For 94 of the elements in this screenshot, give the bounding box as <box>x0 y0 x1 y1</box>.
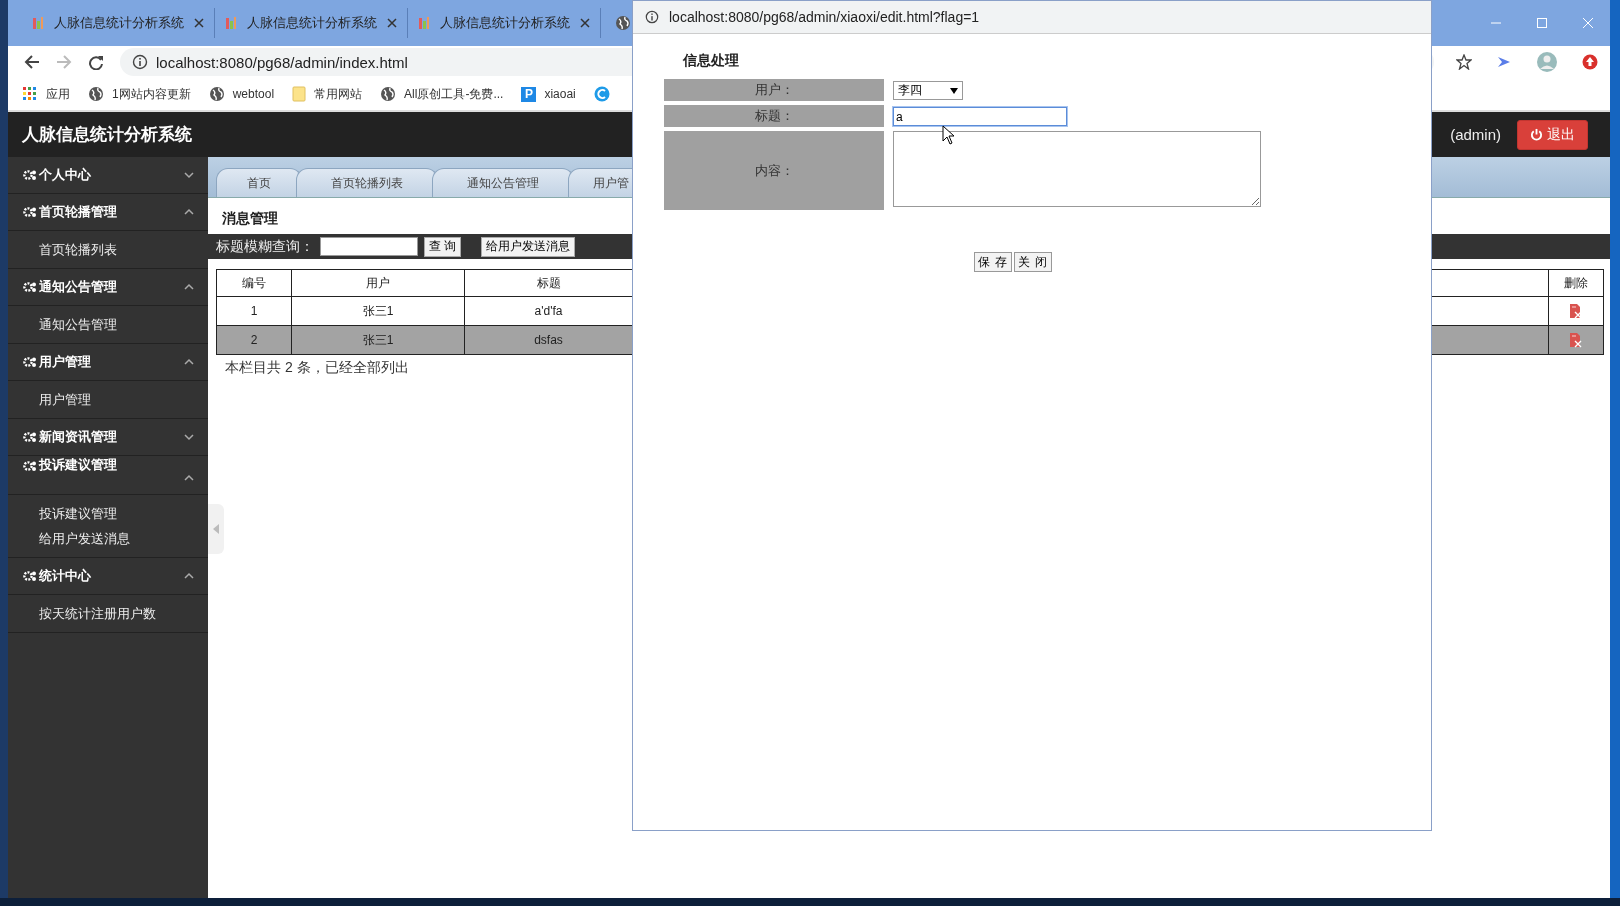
upload-icon[interactable] <box>1582 54 1598 70</box>
user-name: (admin) <box>1450 126 1501 143</box>
gears-icon <box>23 460 37 472</box>
search-button[interactable]: 查 询 <box>424 236 462 257</box>
bookmark[interactable]: 1网站内容更新 <box>88 85 191 103</box>
app-favicon-icon <box>32 16 44 30</box>
chevron-icon <box>184 572 194 580</box>
gears-icon <box>23 356 37 368</box>
title-field[interactable]: a <box>893 107 1067 126</box>
bookmark-icon: P <box>521 86 537 102</box>
menu-item[interactable]: 通知公告管理 <box>8 312 117 337</box>
search-label: 标题模糊查询： <box>216 237 314 256</box>
table-cell: 1 <box>216 296 292 326</box>
menu-item[interactable]: 首页轮播列表 <box>8 237 117 262</box>
field-label: 内容： <box>664 131 884 210</box>
chevron-icon <box>184 433 194 441</box>
reload-icon[interactable] <box>88 54 104 70</box>
bookmark[interactable]: 应用 <box>22 85 70 103</box>
menu-item[interactable]: 按天统计注册用户数 <box>8 601 156 626</box>
gears-icon <box>23 206 37 218</box>
gears-icon <box>23 281 37 293</box>
menu-item[interactable]: 用户管理 <box>8 387 91 412</box>
bookmark[interactable]: webtool <box>208 86 275 102</box>
menu-group[interactable]: 首页轮播管理 <box>8 194 208 231</box>
chevron-icon <box>184 474 194 482</box>
table-cell: 张三1 <box>291 325 465 355</box>
globe-icon <box>208 86 225 102</box>
dialog-button[interactable]: 保 存 <box>973 252 1012 272</box>
close-icon[interactable] <box>580 18 590 28</box>
menu-group[interactable]: 用户管理 <box>8 344 208 381</box>
avatar-icon[interactable] <box>1536 51 1558 73</box>
column-header: 编号 <box>216 269 292 297</box>
bookmark[interactable]: P xiaoai <box>521 86 576 102</box>
gears-icon <box>23 431 37 443</box>
menu-group[interactable]: 新闻资讯管理 <box>8 419 208 456</box>
folder-icon <box>292 86 307 102</box>
cursor-icon <box>942 125 956 145</box>
chevron-icon <box>184 283 194 291</box>
field-label: 用户： <box>664 79 884 101</box>
extension-icon[interactable] <box>1496 54 1512 70</box>
close-icon[interactable] <box>194 18 204 28</box>
power-icon <box>1530 128 1543 141</box>
app-favicon-icon <box>225 16 237 30</box>
table-cell: 2 <box>216 325 292 355</box>
browser-tab[interactable]: 人脉信息统计分析系统 <box>215 8 408 38</box>
browser-tab[interactable]: 人脉信息统计分析系统 <box>22 8 215 38</box>
globe-icon[interactable] <box>615 15 631 31</box>
globe-icon <box>88 86 104 102</box>
table-cell: dsfas <box>464 325 633 355</box>
app-title: 人脉信息统计分析系统 <box>22 124 192 146</box>
record-count: 本栏目共 2 条，已经全部列出 <box>224 358 410 377</box>
caret-icon <box>212 523 220 535</box>
back-icon[interactable] <box>24 54 40 70</box>
dialog-url: localhost:8080/pg68/admin/xiaoxi/edit.html?flag=1 <box>669 9 980 25</box>
dialog-title: 信息处理 <box>682 51 740 70</box>
search-field[interactable] <box>320 237 418 256</box>
delete-icon[interactable] <box>1569 332 1583 348</box>
menu-group[interactable]: 通知公告管理 <box>8 269 208 306</box>
gears-icon <box>23 570 37 582</box>
content-field[interactable] <box>893 131 1261 207</box>
chevron-icon <box>184 171 194 179</box>
page-title: 消息管理 <box>221 209 279 228</box>
menu-item[interactable]: 给用户发送消息 <box>8 526 130 551</box>
table-cell: a'd'fa <box>464 296 633 326</box>
apps-icon <box>22 86 38 102</box>
dropdown-arrow-icon <box>950 87 958 94</box>
menu-group[interactable]: 统计中心 <box>8 558 208 595</box>
star-icon[interactable] <box>1456 54 1472 70</box>
chevron-icon <box>184 208 194 216</box>
table-cell: 张三1 <box>291 296 465 326</box>
send-message-button[interactable]: 给用户发送消息 <box>481 236 576 257</box>
close-icon[interactable] <box>387 18 397 28</box>
bookmark[interactable]: All原创工具-免费... <box>380 85 504 103</box>
info-icon <box>132 54 148 70</box>
menu-group[interactable]: 投诉建议管理 <box>8 456 208 495</box>
app-favicon-icon <box>418 16 430 30</box>
menu-item[interactable]: 投诉建议管理 <box>8 501 117 526</box>
column-header: 删除 <box>1548 269 1604 297</box>
field-label: 标题： <box>664 105 884 127</box>
collapse-handle[interactable] <box>208 504 224 554</box>
browser-tab[interactable]: 人脉信息统计分析系统 <box>408 8 601 38</box>
globe-icon <box>380 86 397 102</box>
delete-icon[interactable] <box>1569 303 1583 319</box>
column-header: 标题 <box>464 269 633 297</box>
logout-button[interactable]: 退出 <box>1517 119 1588 150</box>
info-icon <box>645 10 659 24</box>
column-header: 用户 <box>291 269 465 297</box>
bookmark-icon[interactable] <box>593 86 610 102</box>
gears-icon <box>23 169 37 181</box>
maximize-icon[interactable] <box>1536 17 1548 29</box>
dialog-button[interactable]: 关 闭 <box>1014 252 1053 272</box>
user-dropdown[interactable]: 李四 <box>893 81 963 100</box>
chevron-icon <box>184 358 194 366</box>
bookmark[interactable]: 常用网站 <box>292 85 363 103</box>
